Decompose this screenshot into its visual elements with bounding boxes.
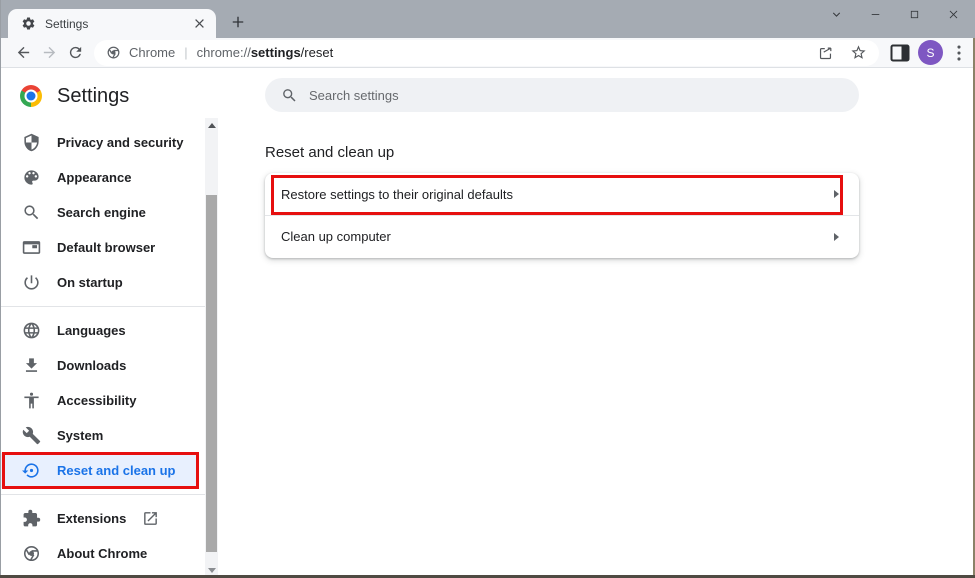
sidebar-item-label: Privacy and security xyxy=(57,135,183,150)
download-icon xyxy=(22,356,41,375)
sidebar-item-label: Default browser xyxy=(57,240,155,255)
settings-sidebar: Settings Privacy and security Appearance S… xyxy=(0,68,256,578)
tab-bar: Settings xyxy=(0,0,975,38)
settings-row-label: Clean up computer xyxy=(281,229,391,244)
scrollbar-thumb[interactable] xyxy=(206,195,217,552)
site-label: Chrome xyxy=(129,45,175,60)
globe-icon xyxy=(22,321,41,340)
sidebar-item-appearance[interactable]: Appearance xyxy=(0,160,205,195)
chevron-right-icon xyxy=(834,190,839,198)
page-title: Settings xyxy=(57,85,129,108)
palette-icon xyxy=(22,168,41,187)
close-window-button[interactable] xyxy=(934,0,973,29)
chevron-right-icon xyxy=(834,233,839,241)
profile-avatar[interactable]: S xyxy=(918,40,943,65)
external-link-icon xyxy=(142,510,159,527)
sidebar-item-downloads[interactable]: Downloads xyxy=(0,348,205,383)
shield-icon xyxy=(22,133,41,152)
sidebar-item-accessibility[interactable]: Accessibility xyxy=(0,383,205,418)
sidebar-item-label: About Chrome xyxy=(57,546,147,561)
window-controls xyxy=(817,0,973,29)
search-icon xyxy=(281,87,298,104)
settings-main: Reset and clean up Restore settings to t… xyxy=(256,68,975,578)
browser-menu-icon[interactable] xyxy=(948,42,970,64)
section-title: Reset and clean up xyxy=(265,144,394,161)
toolbar-right: S xyxy=(879,40,970,65)
scroll-up-icon[interactable] xyxy=(205,118,218,133)
sidebar-item-label: Search engine xyxy=(57,205,146,220)
sidebar-divider xyxy=(0,494,205,495)
settings-row-restore-settings-to-their-original-defaults[interactable]: Restore settings to their original defau… xyxy=(265,173,859,215)
browser-icon xyxy=(22,238,41,257)
search-icon xyxy=(22,203,41,222)
sidebar-nav: Privacy and security Appearance Search eng… xyxy=(0,125,205,571)
sidebar-item-label: Downloads xyxy=(57,358,126,373)
new-tab-button[interactable] xyxy=(229,13,247,31)
sidebar-item-search-engine[interactable]: Search engine xyxy=(0,195,205,230)
forward-icon[interactable] xyxy=(36,40,62,66)
sidebar-item-label: Reset and clean up xyxy=(57,463,175,478)
reload-icon[interactable] xyxy=(62,40,88,66)
window-edge-left xyxy=(0,0,1,578)
sidebar-item-reset-and-clean-up[interactable]: Reset and clean up xyxy=(0,453,199,488)
sidebar-item-label: Extensions xyxy=(57,511,126,526)
bookmark-star-icon[interactable] xyxy=(850,44,867,61)
back-icon[interactable] xyxy=(10,40,36,66)
minimize-button[interactable] xyxy=(856,0,895,29)
search-input[interactable] xyxy=(309,88,843,103)
settings-row-clean-up-computer[interactable]: Clean up computer xyxy=(265,215,859,257)
sidebar-divider xyxy=(0,306,205,307)
tab-list-chevron-icon[interactable] xyxy=(817,0,856,29)
side-panel-icon[interactable] xyxy=(888,41,912,65)
url-separator: | xyxy=(184,45,187,60)
sidebar-item-extensions[interactable]: Extensions xyxy=(0,501,205,536)
settings-row-label: Restore settings to their original defau… xyxy=(281,187,513,202)
sidebar-item-label: On startup xyxy=(57,275,123,290)
restore-icon xyxy=(22,461,41,480)
browser-window: Settings Chrome | chrome://settings/rese… xyxy=(0,0,975,578)
sidebar-item-default-browser[interactable]: Default browser xyxy=(0,230,205,265)
tab-title: Settings xyxy=(45,17,191,31)
address-bar[interactable]: Chrome | chrome://settings/reset xyxy=(94,40,879,66)
sidebar-item-on-startup[interactable]: On startup xyxy=(0,265,205,300)
settings-card: Restore settings to their original defau… xyxy=(265,173,859,258)
maximize-button[interactable] xyxy=(895,0,934,29)
sidebar-item-label: Appearance xyxy=(57,170,131,185)
power-icon xyxy=(22,273,41,292)
chrome-page-icon xyxy=(106,45,121,60)
sidebar-item-label: Accessibility xyxy=(57,393,137,408)
puzzle-icon xyxy=(22,509,41,528)
sidebar-item-languages[interactable]: Languages xyxy=(0,313,205,348)
wrench-icon xyxy=(22,426,41,445)
browser-toolbar: Chrome | chrome://settings/reset S xyxy=(0,38,975,68)
chrome-logo-icon xyxy=(20,85,42,107)
gear-icon xyxy=(21,16,36,31)
sidebar-item-about-chrome[interactable]: About Chrome xyxy=(0,536,205,571)
share-icon[interactable] xyxy=(817,44,834,61)
tab-settings[interactable]: Settings xyxy=(8,9,216,38)
settings-search[interactable] xyxy=(265,78,859,112)
url-text: chrome://settings/reset xyxy=(197,45,334,60)
sidebar-scrollbar[interactable] xyxy=(205,118,218,578)
tab-close-icon[interactable] xyxy=(191,15,208,32)
accessibility-icon xyxy=(22,391,41,410)
sidebar-item-system[interactable]: System xyxy=(0,418,205,453)
sidebar-item-privacy-and-security[interactable]: Privacy and security xyxy=(0,125,205,160)
chrome-icon xyxy=(22,544,41,563)
sidebar-header: Settings xyxy=(0,68,256,124)
sidebar-item-label: Languages xyxy=(57,323,126,338)
sidebar-item-label: System xyxy=(57,428,103,443)
settings-page: Settings Privacy and security Appearance S… xyxy=(0,68,975,578)
